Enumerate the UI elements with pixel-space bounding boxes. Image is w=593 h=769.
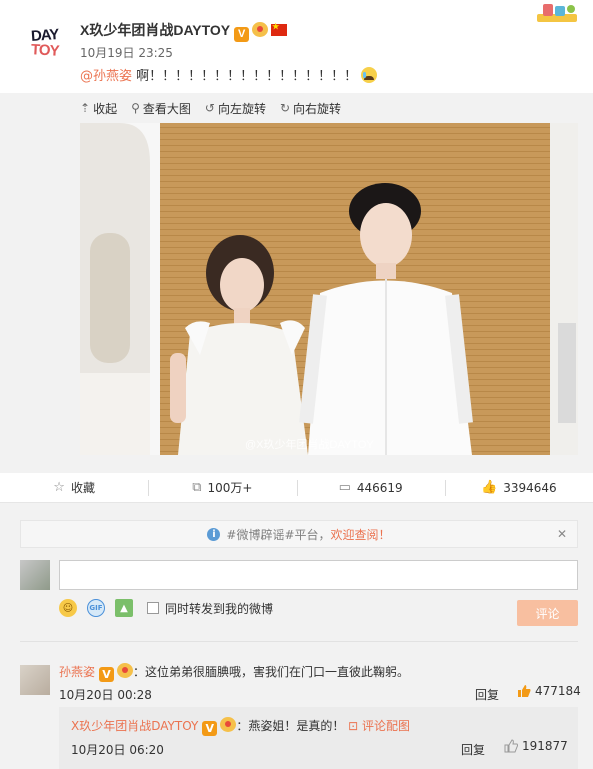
comment-time: 10月20日 00:28 [59,688,152,702]
media-box: ⇡ 收起 ⚲ 查看大图 ↺ 向左旋转 ↻ 向右旋转 @X玖少年团肖战DAYTOY [0,93,593,473]
notice-link[interactable]: 欢迎查阅！ [331,526,391,543]
post-time[interactable]: 10月19日 23:25 [80,44,173,61]
my-avatar[interactable] [20,560,50,590]
decoration-icon [537,4,577,22]
china-flag-icon[interactable] [271,22,288,36]
comment-line: 孙燕姿 V ：这位弟弟很腼腆哦，害我们在门口一直彼此鞠躬。 [59,663,409,682]
medal-icon[interactable] [220,717,237,732]
composer-tools: ☺ GIF ▲ 同时转发到我的微博 [59,599,273,617]
magnifier-icon: ⚲ [131,101,140,115]
divider [20,641,578,642]
post-photo[interactable]: @X玖少年团肖战DAYTOY [80,123,578,455]
post-text: 啊！！！！！！！！！！！！！！！！ [132,69,358,84]
thumbs-up-icon: 👍 [481,480,498,495]
rotate-right-icon: ↻ [279,101,291,115]
thumbs-up-icon [518,685,531,697]
crying-emoji-icon [361,67,378,83]
sub-reply-author[interactable]: X玖少年团肖战DAYTOY [71,719,198,733]
action-bar: ☆ 收藏 ⧉ 100万+ ▭ 446619 👍 3394646 [0,473,593,503]
view-large-button[interactable]: ⚲ 查看大图 [131,98,191,118]
sub-reply-button[interactable]: 回复 [461,741,485,758]
star-icon: ☆ [53,480,65,495]
verified-badge-icon[interactable]: V [202,721,218,736]
sub-reply-line: X玖少年团肖战DAYTOY V ：燕姿姐！是真的！ ⊡ 评论配图 [71,717,410,736]
close-icon[interactable]: ✕ [557,527,567,541]
comment-input[interactable] [59,560,578,590]
photo-watermark: @X玖少年团肖战DAYTOY [245,439,374,451]
reply-button[interactable]: 回复 [475,686,499,703]
commenter-avatar[interactable] [20,665,50,695]
sub-reply-time: 10月20日 06:20 [71,743,164,757]
comment-zone: i #微博辟谣#平台， 欢迎查阅！ ✕ ☺ GIF ▲ 同时转发到我的微博 评论 … [0,503,593,769]
image-icon[interactable]: ▲ [115,599,133,617]
verified-badge-icon[interactable]: V [99,667,115,682]
rumor-notice: i #微博辟谣#平台， 欢迎查阅！ ✕ [20,520,578,548]
submit-comment-button[interactable]: 评论 [517,600,578,626]
image-icon: ⊡ [348,719,359,733]
sub-reply-like-button[interactable]: 191877 [504,739,568,753]
repost-checkbox-label[interactable]: 同时转发到我的微博 [165,600,273,617]
rotate-left-icon: ↺ [204,101,215,115]
medal-icon[interactable] [117,663,134,678]
thumbs-up-icon [504,739,518,753]
repost-icon: ⧉ [192,480,202,495]
author-avatar[interactable]: DAY TOY [20,18,70,68]
like-button[interactable]: 👍 3394646 [444,473,593,502]
comment-image-link[interactable]: ⊡ 评论配图 [348,719,410,733]
collapse-button[interactable]: ⇡ 收起 [80,98,117,118]
info-icon: i [207,527,221,541]
emoji-icon[interactable]: ☺ [59,599,77,617]
comment-button[interactable]: ▭ 446619 [296,473,445,502]
gif-icon[interactable]: GIF [87,599,105,617]
sub-reply: X玖少年团肖战DAYTOY V ：燕姿姐！是真的！ ⊡ 评论配图 10月20日 06… [59,707,578,769]
repost-button[interactable]: ⧉ 100万+ [148,473,296,502]
verified-badge-icon[interactable]: V [234,27,250,42]
weibo-post-card: DAY TOY X玖少年团肖战DAYTOY V 10月19日 23:25 @孙燕姿… [0,0,593,769]
comment-text: ：这位弟弟很腼腆哦，害我们在门口一直彼此鞠躬。 [133,665,410,679]
collapse-arrow-icon: ⇡ [80,101,91,115]
comment-like-button[interactable]: 477184 [517,684,581,698]
sub-reply-text: ：燕姿姐！是真的！ [236,719,345,733]
favorite-button[interactable]: ☆ 收藏 [0,473,148,502]
medal-icon[interactable] [252,22,269,37]
rotate-right-button[interactable]: ↻ 向右旋转 [280,98,341,118]
media-toolbar: ⇡ 收起 ⚲ 查看大图 ↺ 向左旋转 ↻ 向右旋转 [80,98,341,118]
author-name-row: X玖少年团肖战DAYTOY V [80,20,288,42]
post-content: @孙燕姿 啊！！！！！！！！！！！！！！！！ [80,65,378,84]
author-name[interactable]: X玖少年团肖战DAYTOY [80,22,230,38]
comment-icon: ▭ [338,480,351,495]
mention-link[interactable]: @孙燕姿 [80,69,132,84]
rotate-left-button[interactable]: ↺ 向左旋转 [205,98,266,118]
commenter-name[interactable]: 孙燕姿 [59,665,95,679]
repost-checkbox[interactable] [147,602,159,614]
photo-illustration [80,123,578,455]
